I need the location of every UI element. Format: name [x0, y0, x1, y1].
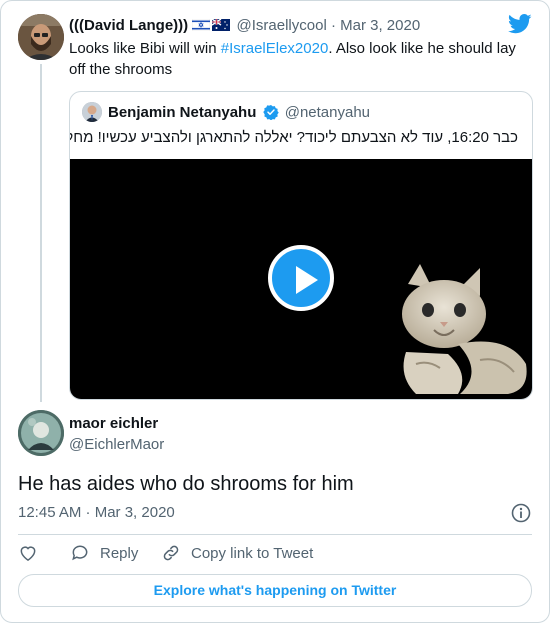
tweet1-date[interactable]: Mar 3, 2020	[340, 17, 420, 34]
tweet2-handle[interactable]: @EichlerMaor	[69, 435, 164, 455]
tweet1-handle[interactable]: @Israellycool	[237, 17, 327, 34]
thread-line	[40, 64, 42, 402]
tweet1-author-name[interactable]: (((David Lange)))	[69, 17, 188, 34]
twitter-bird-icon[interactable]	[508, 14, 532, 34]
reply-icon	[72, 545, 88, 561]
quoted-handle: @netanyahu	[284, 104, 371, 121]
avatar-netanyahu	[82, 102, 102, 122]
copy-link-label: Copy link to Tweet	[191, 544, 314, 562]
reply-button[interactable]: Reply	[70, 543, 138, 563]
tweet1-text: Looks like Bibi will win #IsraelElex2020…	[69, 38, 529, 80]
play-button[interactable]	[268, 245, 334, 311]
link-icon	[163, 545, 179, 561]
divider	[18, 534, 532, 535]
verified-badge-icon	[262, 105, 279, 120]
avatar-david-lange[interactable]	[18, 14, 64, 60]
explore-button[interactable]: Explore what's happening on Twitter	[18, 574, 532, 607]
reply-label: Reply	[100, 544, 139, 562]
avatar-maor-eichler[interactable]	[18, 410, 64, 456]
quoted-text: כבר 16:20, עוד לא הצבעתם ליכוד? יאללה לה…	[69, 129, 518, 146]
tweet2-text: He has aides who do shrooms for him	[18, 473, 354, 495]
australia-flag-icon	[212, 19, 231, 31]
copy-link-button[interactable]: Copy link to Tweet	[161, 543, 313, 563]
video-thumbnail[interactable]	[70, 159, 532, 399]
quoted-tweet[interactable]: Benjamin Netanyahu @netanyahu כבר 16:20,…	[69, 91, 533, 400]
info-icon[interactable]	[511, 503, 531, 523]
tweet1-separator: ·	[330, 17, 336, 34]
like-button[interactable]	[18, 543, 38, 563]
tweet1-text-before: Looks like Bibi will win	[69, 40, 221, 57]
hashtag-link[interactable]: #IsraelElex2020	[221, 40, 329, 57]
tweet2-author-name[interactable]: maor eichler	[69, 414, 158, 434]
quoted-author-name: Benjamin Netanyahu	[108, 104, 257, 121]
heart-icon	[20, 546, 36, 561]
quoted-header: Benjamin Netanyahu @netanyahu	[108, 103, 370, 123]
tweet1-header: (((David Lange))) @Israellycool · Mar 3,…	[69, 16, 420, 36]
cat-illustration	[402, 264, 527, 394]
tweet2-timestamp[interactable]: 12:45 AM · Mar 3, 2020	[18, 503, 175, 523]
israel-flag-icon	[192, 19, 211, 31]
play-icon	[296, 266, 318, 294]
